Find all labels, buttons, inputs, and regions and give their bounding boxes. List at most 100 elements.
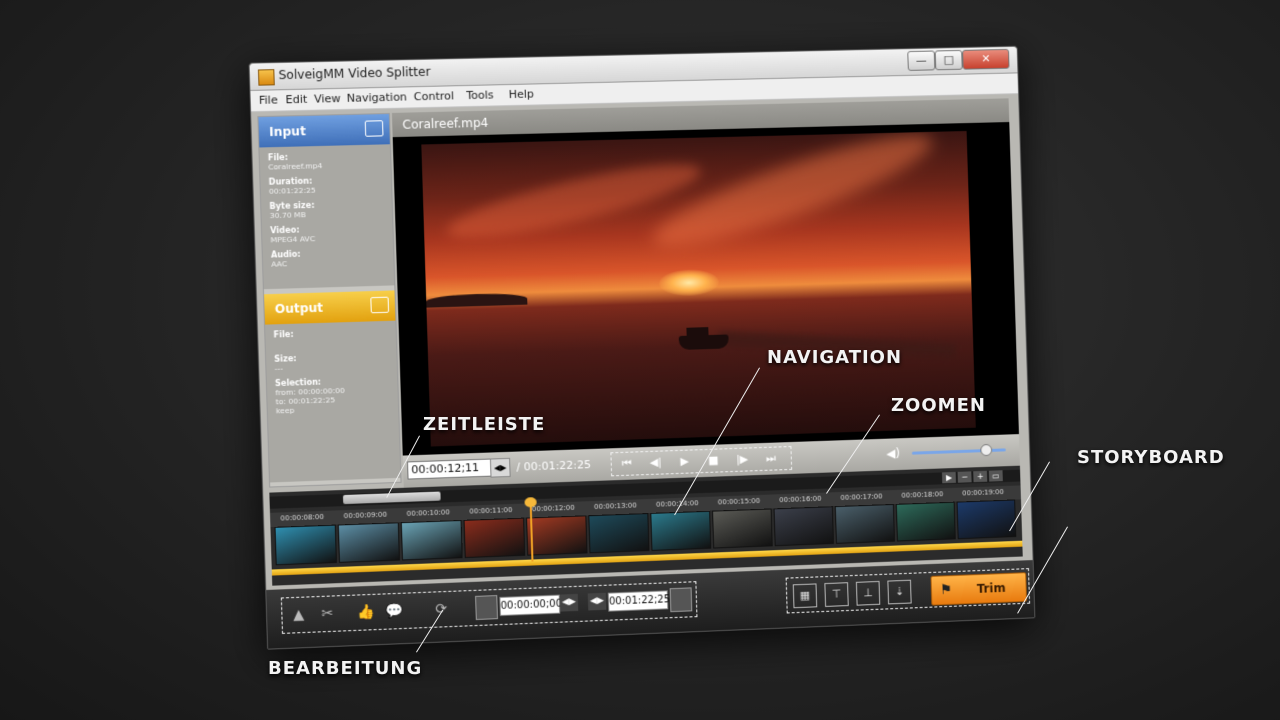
thumbnail-frame[interactable] [834,503,896,544]
start-spinner[interactable]: ◀▶ [559,593,579,612]
audio-label: Audio: [270,249,301,260]
input-header[interactable]: Input [258,114,390,148]
info-panel: Input File: Coralreef.mp4 Duration: 00:0… [257,112,402,488]
callout-storyboard: STORYBOARD [1077,447,1225,468]
start-marker-icon[interactable] [475,595,499,621]
comment-icon[interactable]: 💬 [384,601,405,622]
thumbnail-frame[interactable] [526,515,588,556]
menu-file[interactable]: File [259,93,278,107]
flag-icon: ⚑ [939,582,953,599]
end-marker-icon[interactable] [669,587,693,613]
time-tick: 00:00:19:00 [962,488,1005,498]
minimize-button[interactable]: — [907,50,936,71]
trim-label: Trim [976,580,1006,596]
cloud [644,130,941,264]
marker-up-icon[interactable]: ▲ [288,605,309,626]
menu-tools[interactable]: Tools [466,88,494,102]
thumbnail-frame[interactable] [337,522,400,563]
input-info: File: Coralreef.mp4 Duration: 00:01:22:2… [259,144,395,290]
menu-control[interactable]: Control [414,89,455,103]
zoom-out-icon[interactable]: − [957,471,972,483]
file-value: Coralreef.mp4 [268,161,323,172]
thumbnail-frame[interactable] [463,517,526,559]
storyboard-group: ▦ ⊤ ⊥ ⇣ ⚑ Trim [785,568,1031,614]
time-tick: 00:00:15:00 [717,496,761,507]
prev-frame-button[interactable]: ◀| [644,454,666,471]
window-title: SolveigMM Video Splitter [278,64,431,83]
end-time-field[interactable]: 00:01:22;25 [607,590,670,612]
menu-view[interactable]: View [314,92,341,106]
storyboard-icon[interactable]: ▦ [792,583,818,609]
thumbnail-frame[interactable] [588,513,650,554]
cut-icon[interactable]: ✂ [317,603,338,624]
time-tick: 00:00:10:00 [406,508,451,518]
scroll-right-icon[interactable]: ▶ [941,471,956,484]
volume-icon[interactable]: ◀) [886,446,900,460]
trim-button[interactable]: ⚑ Trim [930,572,1028,606]
zoom-in-icon[interactable]: + [973,470,988,483]
thumbnail-frame[interactable] [773,506,835,547]
boat [678,334,729,350]
audio-value: AAC [271,259,288,269]
callout-navigation: NAVIGATION [767,347,903,368]
play-button[interactable]: ▶ [673,453,695,470]
maximize-button[interactable]: □ [934,49,963,71]
edit-group: ▲ ✂ 👍 💬 ⟳ 00:00:00;00 ◀▶ ◀▶ 00:01:22;25 [280,581,698,634]
save-icon[interactable] [370,296,390,314]
total-time: / 00:01:22:25 [516,458,592,474]
zoom-fit-icon[interactable]: ▭ [988,470,1003,482]
thumbnail-frame[interactable] [650,510,712,551]
current-time-field[interactable]: 00:00:12;11 [406,458,492,480]
time-tick: 00:00:11:00 [469,506,513,516]
callout-zoomen: ZOOMEN [891,395,986,416]
menu-edit[interactable]: Edit [285,93,307,107]
byte-size-value: 30.70 MB [269,210,307,221]
output-header[interactable]: Output [264,290,396,325]
time-tick: 00:00:16:00 [779,494,822,505]
video-file-name: Coralreef.mp4 [402,115,489,132]
time-spinner[interactable]: ◀▶ [489,457,511,478]
app-window: SolveigMM Video Splitter — □ ✕ File Edit… [248,45,1036,650]
thumbnail-frame[interactable] [712,508,773,549]
next-frame-button[interactable]: |▶ [731,451,753,468]
menu-help[interactable]: Help [508,87,534,101]
close-button[interactable]: ✕ [962,48,1010,70]
time-tick: 00:00:18:00 [901,490,944,500]
thumbnail-frame[interactable] [895,501,956,542]
video-value: MPEG4 AVC [270,234,316,245]
first-frame-button[interactable]: ⏮ [616,455,638,472]
thumbnail-frame[interactable] [400,519,463,561]
split-icon[interactable]: ⊤ [824,582,849,607]
sun [658,268,720,297]
input-header-label: Input [268,124,307,140]
last-frame-button[interactable]: ⏭ [760,450,782,467]
callout-bearbeitung: BEARBEITUNG [268,658,423,679]
playhead-handle[interactable] [524,497,537,508]
duration-value: 00:01:22:25 [268,185,316,196]
output-info: File: Size: --- Selection: from: 00:00:0… [265,320,401,483]
join-icon[interactable]: ⊥ [855,580,881,606]
output-header-label: Output [274,300,324,317]
output-size-value: --- [274,363,284,373]
end-spinner[interactable]: ◀▶ [587,592,607,611]
callout-zeitleiste: ZEITLEISTE [423,414,546,435]
volume-knob[interactable] [980,443,993,457]
scroll-thumb[interactable] [342,491,441,505]
output-file-label: File: [273,329,294,340]
selection-value: from: 00:00:00:00 to: 00:01:22:25 keep [275,385,346,416]
export-icon[interactable]: ⇣ [887,579,912,605]
navigation-group: ⏮ ◀| ▶ ■ |▶ ⏭ [610,446,793,477]
thumbnail-frame[interactable] [274,524,337,566]
time-tick: 00:00:12:00 [531,503,575,514]
menu-navigation[interactable]: Navigation [346,90,407,105]
island [426,292,528,308]
start-time-field[interactable]: 00:00:00;00 [499,594,562,617]
thumbnail-frame[interactable] [956,499,1017,540]
thumbs-up-icon[interactable]: 👍 [356,602,377,623]
time-tick: 00:00:17:00 [840,492,883,502]
time-tick: 00:00:13:00 [593,501,637,512]
output-size-label: Size: [274,354,297,364]
folder-icon[interactable] [364,120,384,137]
app-icon [257,69,275,86]
time-tick: 00:00:08:00 [280,512,325,523]
